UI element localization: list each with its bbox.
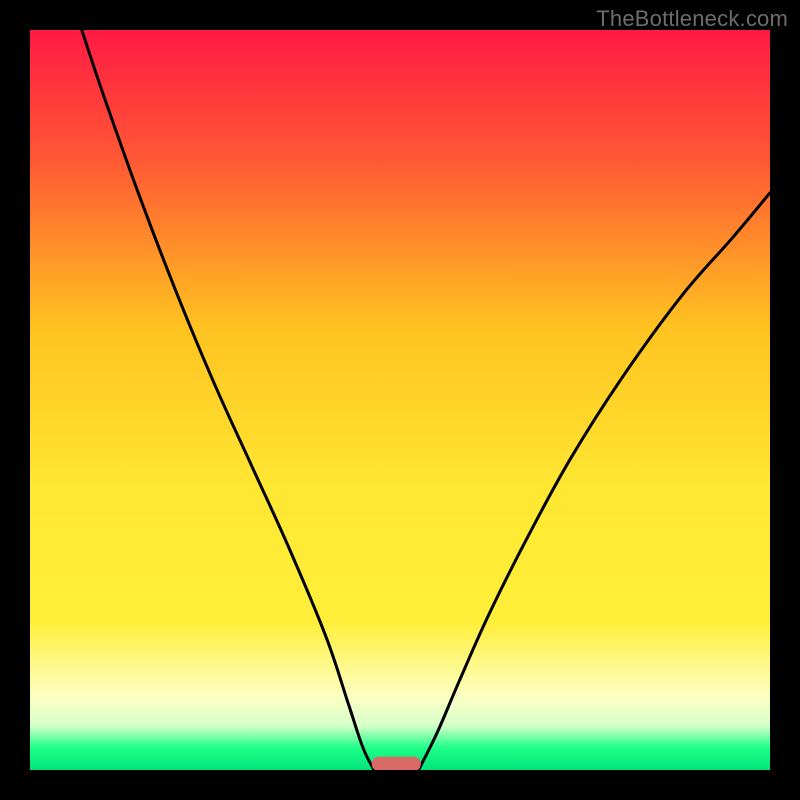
watermark-text: TheBottleneck.com — [596, 6, 788, 32]
bottleneck-marker — [372, 757, 420, 770]
plot-area — [30, 30, 770, 770]
gradient-background — [30, 30, 770, 770]
chart-svg — [30, 30, 770, 770]
chart-frame: TheBottleneck.com — [0, 0, 800, 800]
